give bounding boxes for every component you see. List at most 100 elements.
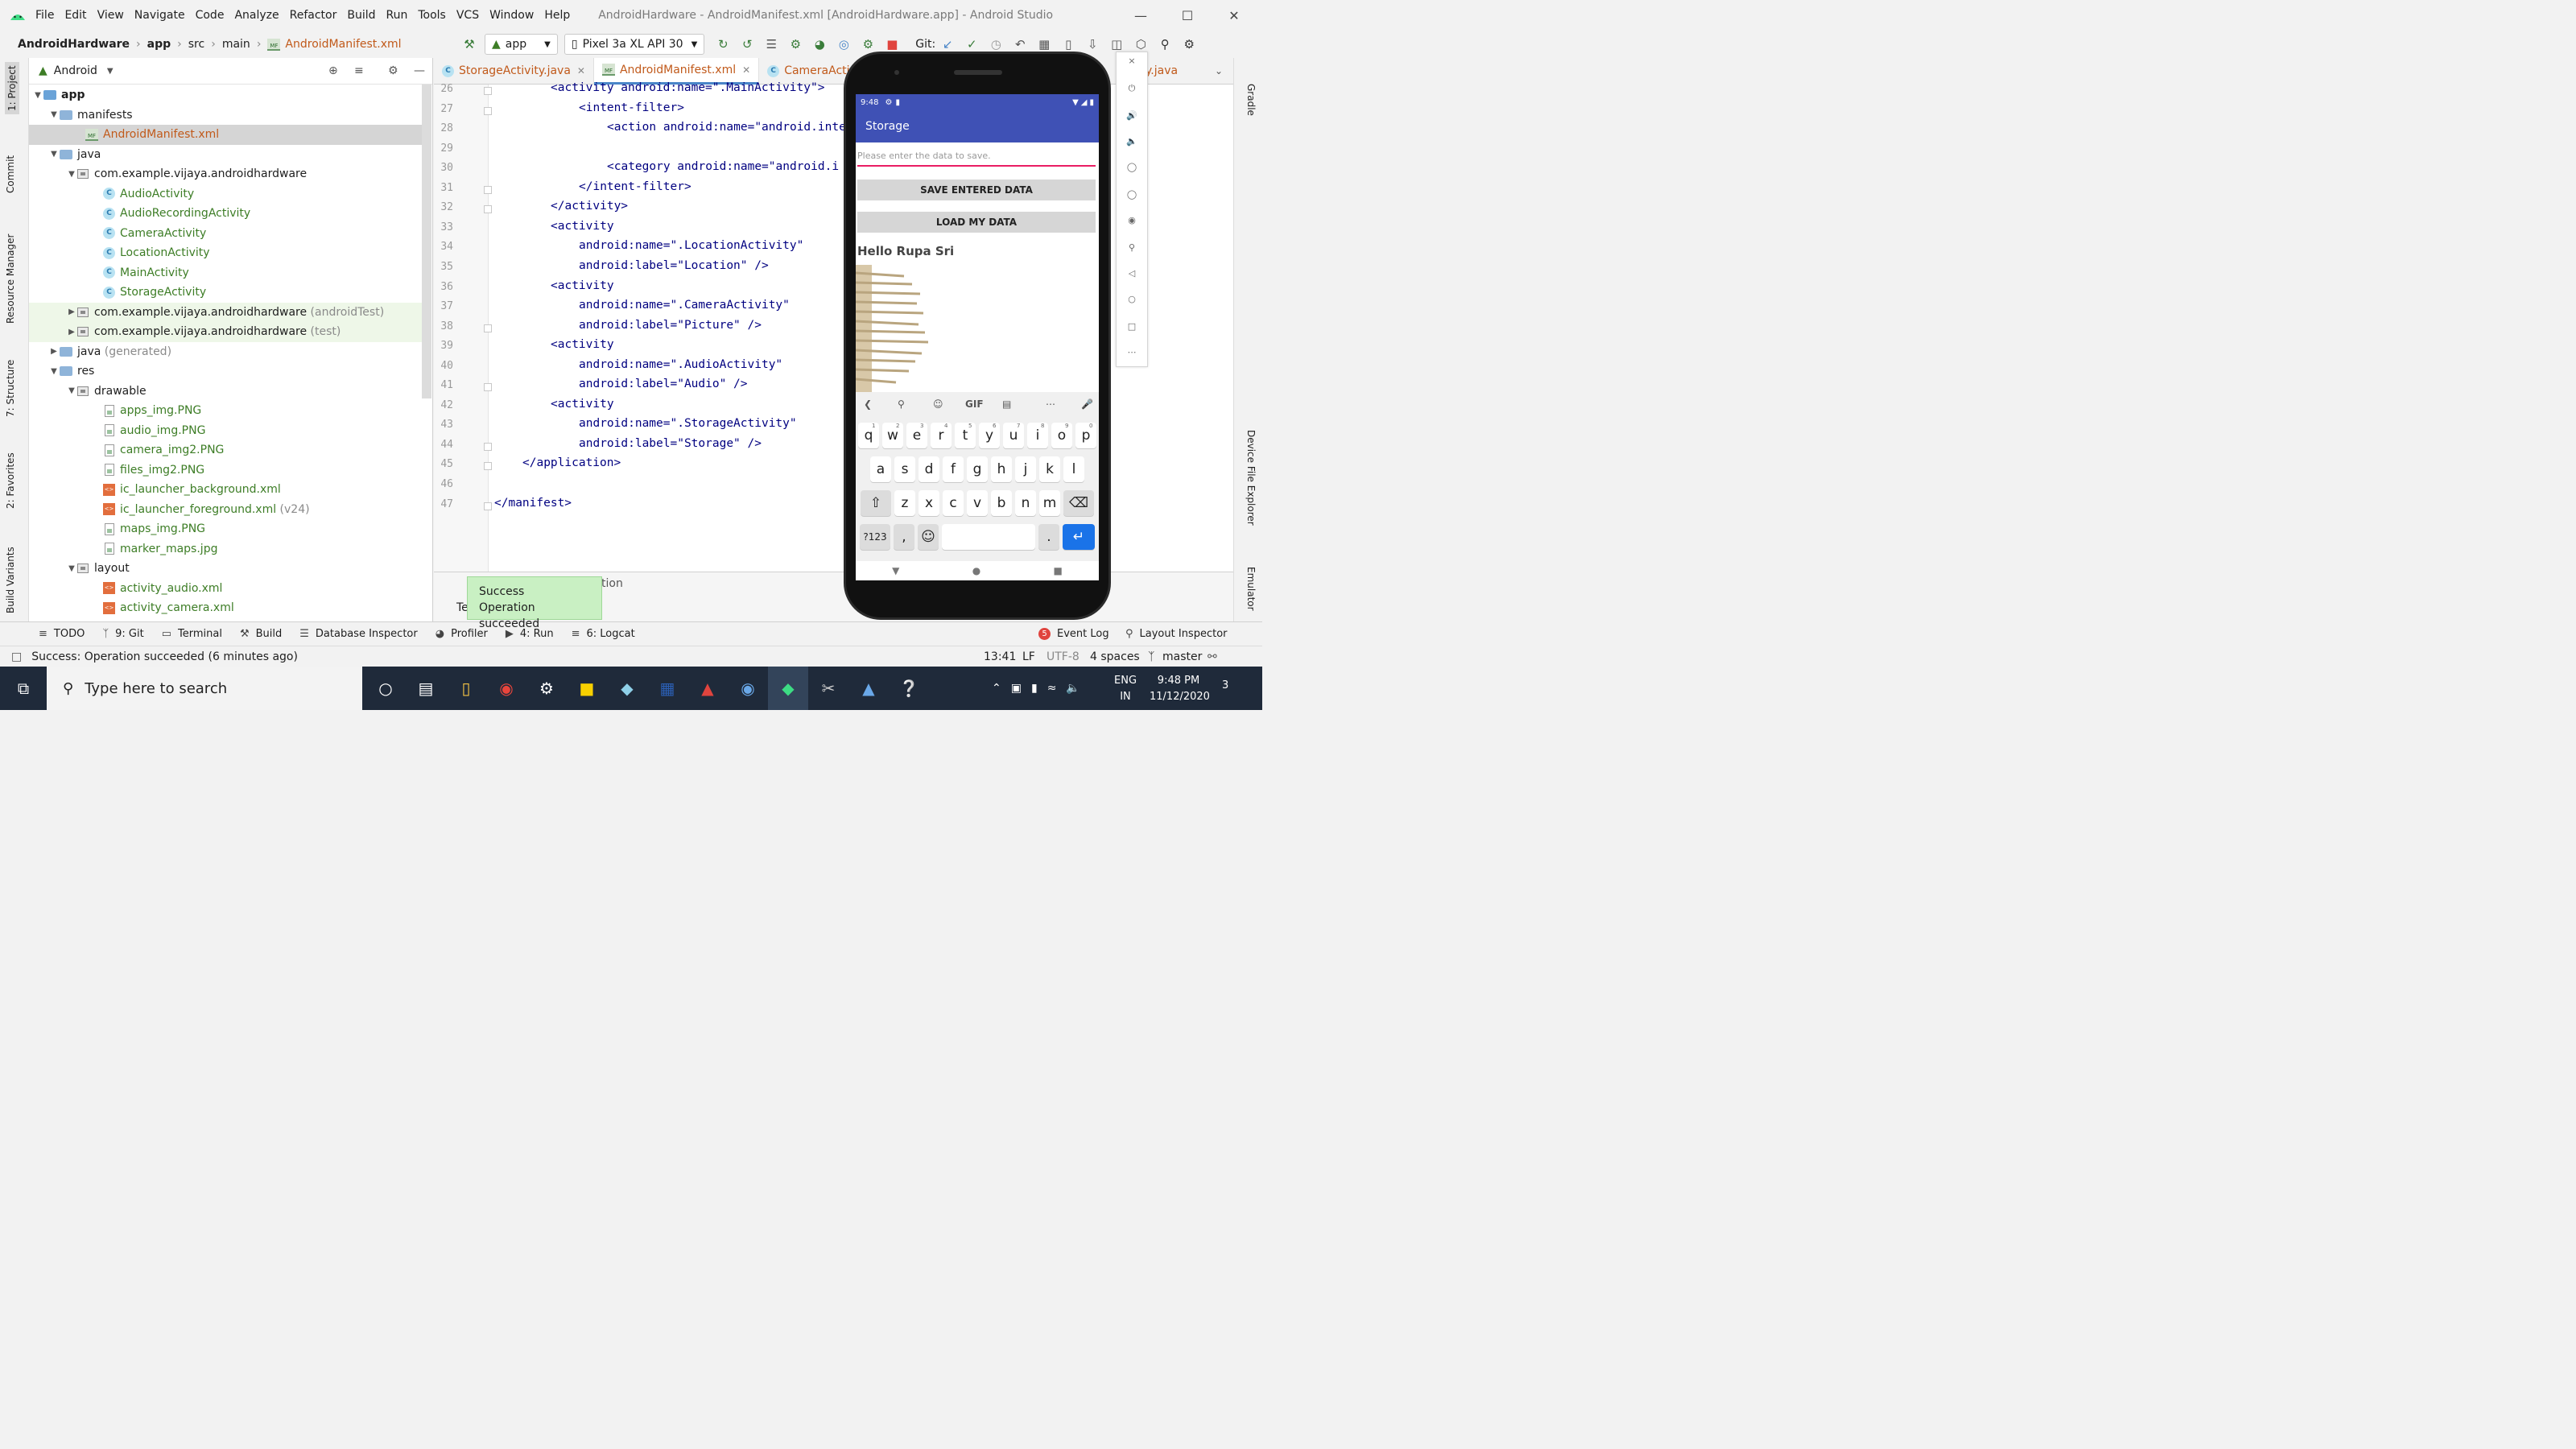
minimize-button[interactable]: —: [1117, 0, 1164, 31]
taskbar-search[interactable]: ⚲ Type here to search: [47, 667, 362, 710]
fold-marker-icon[interactable]: [484, 383, 492, 392]
code-line[interactable]: android:name=".StorageActivity": [579, 417, 797, 430]
key-n[interactable]: n: [1015, 490, 1036, 516]
volume-icon[interactable]: 🔈: [1066, 682, 1080, 695]
tab-partial[interactable]: y.java: [1146, 64, 1178, 77]
nav-home-icon[interactable]: ●: [972, 565, 980, 576]
clock[interactable]: 9:48 PM 11/12/2020: [1150, 673, 1210, 705]
fold-marker-icon[interactable]: [484, 462, 492, 471]
space-key[interactable]: [942, 524, 1035, 550]
word-icon[interactable]: ▦: [647, 667, 687, 710]
key-i[interactable]: i: [1027, 423, 1048, 448]
key-o[interactable]: o: [1051, 423, 1072, 448]
tool-layout-inspector[interactable]: ⚲ Layout Inspector: [1125, 628, 1228, 640]
indent-setting[interactable]: 4 spaces: [1090, 650, 1140, 663]
rotate-right-icon[interactable]: ◯: [1117, 189, 1147, 200]
key-w[interactable]: w: [882, 423, 903, 448]
key-j[interactable]: j: [1015, 456, 1036, 482]
photos-icon[interactable]: ▲: [848, 667, 889, 710]
tool-database-inspector[interactable]: ☰ Database Inspector: [299, 628, 417, 640]
kb-clipboard-icon[interactable]: ▤: [1002, 398, 1011, 410]
code-line[interactable]: android:name=".AudioActivity": [579, 358, 782, 371]
fold-marker-icon[interactable]: [484, 324, 492, 332]
fold-marker-icon[interactable]: [484, 87, 492, 95]
code-line[interactable]: <activity: [551, 338, 614, 351]
fold-marker-icon[interactable]: [484, 502, 492, 510]
comma-key[interactable]: ,: [894, 524, 914, 550]
code-line[interactable]: android:label="Location" />: [579, 259, 769, 272]
android-studio-icon[interactable]: ◆: [768, 667, 808, 710]
key-a[interactable]: a: [870, 456, 891, 482]
key-l[interactable]: l: [1063, 456, 1084, 482]
caret-position[interactable]: 13:41: [984, 650, 1016, 663]
settings-icon[interactable]: ⚙: [1177, 34, 1201, 55]
key-z[interactable]: z: [894, 490, 915, 516]
volume-down-icon[interactable]: 🔈: [1117, 136, 1147, 147]
key-b[interactable]: b: [991, 490, 1012, 516]
symbols-key[interactable]: ?123: [860, 524, 890, 550]
key-h[interactable]: h: [991, 456, 1012, 482]
overview-icon[interactable]: □: [1117, 321, 1147, 332]
tab-gradle[interactable]: Gradle: [1245, 84, 1257, 116]
key-q[interactable]: q: [858, 423, 879, 448]
snipping-tool-icon[interactable]: ✂: [808, 667, 848, 710]
tab-device-file-explorer[interactable]: Device File Explorer: [1245, 430, 1257, 526]
save-data-button[interactable]: SAVE ENTERED DATA: [857, 180, 1096, 200]
tool-terminal[interactable]: ▭ Terminal: [162, 628, 222, 640]
backspace-key-icon[interactable]: ⌫: [1063, 490, 1094, 516]
task-view-icon[interactable]: ▤: [406, 667, 446, 710]
fold-marker-icon[interactable]: [484, 205, 492, 214]
battery-icon[interactable]: ▮: [1031, 682, 1038, 695]
sdk-manager-icon[interactable]: ⇩: [1080, 34, 1104, 55]
tree-node-xml-file[interactable]: <> activity_camera.xml: [29, 598, 422, 618]
code-line[interactable]: android:name=".LocationActivity": [579, 239, 803, 252]
enter-key-icon[interactable]: ↵: [1063, 524, 1095, 550]
code-line[interactable]: android:label="Storage" />: [579, 437, 762, 450]
line-separator[interactable]: LF: [1022, 650, 1035, 663]
volume-up-icon[interactable]: 🔊: [1117, 110, 1147, 121]
notification-center-icon[interactable]: 3: [1222, 679, 1228, 691]
power-icon[interactable]: ⏻: [1117, 83, 1147, 94]
key-e[interactable]: e: [906, 423, 927, 448]
cortana-icon[interactable]: ○: [365, 667, 406, 710]
windows-start-icon[interactable]: ⧉: [0, 667, 47, 710]
maximize-button[interactable]: ☐: [1164, 0, 1211, 31]
fold-marker-icon[interactable]: [484, 185, 492, 194]
kb-search-icon[interactable]: ⚲: [898, 398, 905, 410]
more-icon[interactable]: ⋯: [1117, 347, 1147, 357]
fold-marker-icon[interactable]: [484, 106, 492, 115]
emulator-close-icon[interactable]: ×: [1117, 56, 1147, 66]
help-icon[interactable]: ❔: [889, 667, 929, 710]
kb-more-icon[interactable]: ⋯: [1046, 398, 1055, 410]
sticky-notes-icon[interactable]: ■: [567, 667, 607, 710]
file-encoding[interactable]: UTF-8: [1046, 650, 1080, 663]
status-message[interactable]: Success: Operation succeeded (6 minutes …: [31, 650, 298, 663]
key-s[interactable]: s: [894, 456, 915, 482]
code-line[interactable]: <activity: [551, 220, 614, 233]
close-button[interactable]: ✕: [1211, 0, 1257, 31]
kb-gif-button[interactable]: GIF: [965, 398, 984, 410]
code-line[interactable]: </application>: [522, 456, 621, 469]
key-u[interactable]: u: [1003, 423, 1024, 448]
tray-app-icon[interactable]: ▣: [1011, 682, 1022, 695]
key-k[interactable]: k: [1039, 456, 1060, 482]
rotate-left-icon[interactable]: ◯: [1117, 162, 1147, 172]
code-line[interactable]: </manifest>: [494, 497, 572, 510]
language-indicator[interactable]: ENG IN: [1114, 673, 1137, 705]
screenshot-icon[interactable]: ◉: [1117, 215, 1147, 225]
kb-mic-icon[interactable]: 🎤: [1081, 398, 1093, 410]
kb-back-icon[interactable]: ❮: [864, 398, 872, 410]
code-line[interactable]: <activity: [551, 398, 614, 411]
shift-key-icon[interactable]: ⇧: [861, 490, 891, 516]
emoji-key-icon[interactable]: ☺: [918, 524, 939, 550]
search-icon[interactable]: ⚲: [1153, 34, 1177, 55]
load-data-button[interactable]: LOAD MY DATA: [857, 212, 1096, 233]
data-input[interactable]: Please enter the data to save.: [857, 151, 1096, 167]
wifi-icon[interactable]: ≈: [1047, 682, 1057, 695]
code-line[interactable]: android:label="Audio" />: [579, 378, 748, 390]
key-r[interactable]: r: [931, 423, 952, 448]
key-g[interactable]: g: [967, 456, 988, 482]
lock-icon[interactable]: ⚯: [1208, 650, 1217, 663]
chevron-up-icon[interactable]: ⌃: [992, 682, 1001, 695]
fold-marker-icon[interactable]: [484, 442, 492, 451]
